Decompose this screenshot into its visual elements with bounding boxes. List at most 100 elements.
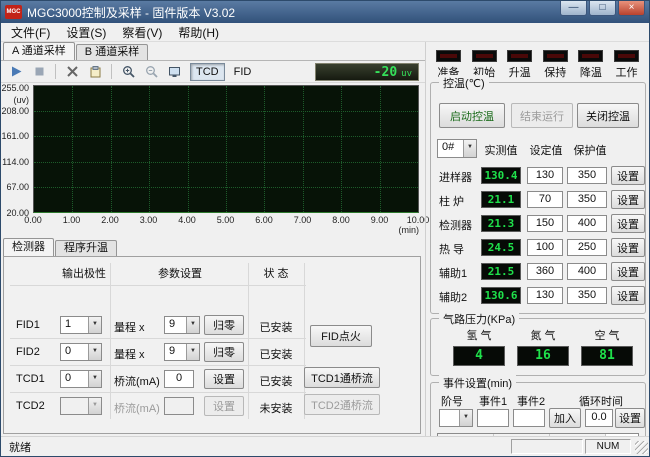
zero-button[interactable]: 归零 [204,342,244,362]
led-display-icon [543,50,568,62]
temp-channel-label: 热 导 [439,241,481,257]
paste-icon[interactable] [84,62,106,82]
protect-temp-input[interactable]: 350 [567,191,607,208]
x-axis-tick: 3.00 [140,215,158,225]
tab-program-temp[interactable]: 程序升温 [55,240,117,256]
protect-temp-input[interactable]: 250 [567,239,607,256]
set-temp-input[interactable]: 360 [527,263,563,280]
cycle-set-button[interactable]: 设置 [615,408,645,428]
polarity-dropdown[interactable]: 0 [60,343,102,361]
grid-line [34,136,418,137]
range-dropdown[interactable]: 9 [164,316,200,334]
polarity-dropdown[interactable] [60,397,102,415]
close-temp-button[interactable]: 关闭控温 [577,103,639,128]
y-axis-tick: 161.00 [1,131,29,141]
fid-ignite-button[interactable]: FID点火 [310,325,372,347]
set-temp-input[interactable]: 100 [527,239,563,256]
stage-label: 阶号 [441,393,463,409]
bridge-current-input[interactable]: 0 [164,370,194,388]
actual-temp-display: 21.1 [481,191,521,208]
play-icon[interactable] [5,62,27,82]
group-title: 控温(℃) [439,75,489,91]
chevron-down-icon[interactable] [463,140,476,157]
chevron-down-icon[interactable] [459,410,472,426]
tab-channel-b[interactable]: B 通道采样 [76,44,148,60]
channel-selector-dropdown[interactable]: 0# [437,139,477,158]
stop-icon[interactable] [28,62,50,82]
gas-pressure-group: 气路压力(KPa) 氢 气 4 氮 气 16 空 气 81 [430,318,646,376]
tab-detector[interactable]: 检测器 [3,238,54,256]
set-button[interactable]: 设置 [204,396,244,416]
led-label: 工作 [610,64,643,80]
tcd-toggle-button[interactable]: TCD [190,63,225,81]
zoom-out-icon[interactable] [140,62,162,82]
chevron-down-icon[interactable] [88,371,101,387]
temp-set-button[interactable]: 设置 [611,286,645,305]
protect-temp-input[interactable]: 400 [567,215,607,232]
menu-settings[interactable]: 设置(S) [58,22,114,43]
temp-set-button[interactable]: 设置 [611,214,645,233]
y-axis-tick: 208.00 [1,106,29,116]
protect-temp-input[interactable]: 400 [567,263,607,280]
plot-area[interactable] [33,85,419,213]
range-dropdown[interactable]: 9 [164,343,200,361]
delete-icon[interactable] [61,62,83,82]
bridge-current-input[interactable] [164,397,194,415]
temp-set-button[interactable]: 设置 [611,166,645,185]
menu-bar: 文件(F) 设置(S) 察看(V) 帮助(H) [1,23,649,42]
title-bar[interactable]: MGC MGC3000控制及采样 - 固件版本 V3.02 — □ × [1,1,649,23]
zero-button[interactable]: 归零 [204,315,244,335]
gas-channel-h2: 氢 气 4 [449,327,509,366]
zoom-in-icon[interactable] [117,62,139,82]
param-label: 桥流(mA) [114,373,162,389]
event2-input[interactable] [513,409,545,427]
temp-set-button[interactable]: 设置 [611,238,645,257]
menu-file[interactable]: 文件(F) [3,22,58,43]
tcd2-bridge-button[interactable]: TCD2通桥流 [304,394,380,415]
chart-window-icon[interactable] [163,62,185,82]
stage-dropdown[interactable] [439,409,473,427]
close-button[interactable]: × [618,1,645,16]
polarity-dropdown[interactable]: 0 [60,370,102,388]
chevron-down-icon[interactable] [186,344,199,360]
row-divider [10,338,306,339]
menu-view[interactable]: 察看(V) [114,22,170,43]
y-axis-tick: 67.00 [6,182,29,192]
end-run-button[interactable]: 结束运行 [511,103,573,128]
range-value: 9 [165,344,186,360]
temp-set-button[interactable]: 设置 [611,190,645,209]
tcd1-bridge-button[interactable]: TCD1通桥流 [304,367,380,388]
polarity-dropdown[interactable]: 1 [60,316,102,334]
temp-channel-label: 辅助1 [439,265,481,281]
set-temp-input[interactable]: 130 [527,167,563,184]
signal-value: -20 [374,65,397,80]
maximize-button[interactable]: □ [589,1,616,16]
resize-grip[interactable] [635,441,648,454]
event1-input[interactable] [477,409,509,427]
x-axis-tick: 4.00 [178,215,196,225]
start-temp-button[interactable]: 启动控温 [439,103,505,128]
set-temp-input[interactable]: 150 [527,215,563,232]
set-temp-input[interactable]: 130 [527,287,563,304]
menu-help[interactable]: 帮助(H) [170,22,227,43]
chevron-down-icon[interactable] [88,344,101,360]
cycle-time-input[interactable]: 0.0 [585,409,613,427]
tab-channel-a[interactable]: A 通道采样 [3,42,75,60]
chevron-down-icon[interactable] [186,317,199,333]
window-title: MGC3000控制及采样 - 固件版本 V3.02 [27,4,235,21]
set-temp-input[interactable]: 70 [527,191,563,208]
minimize-button[interactable]: — [560,1,587,16]
install-status: 已安装 [250,319,302,335]
status-bar: 就绪 NUM [1,436,649,456]
led-label: 保持 [539,64,572,80]
protect-temp-input[interactable]: 350 [567,287,607,304]
chevron-down-icon[interactable] [88,398,101,414]
event1-label: 事件1 [479,393,507,409]
chevron-down-icon[interactable] [88,317,101,333]
grid-line [149,86,150,212]
add-event-button[interactable]: 加入 [549,408,581,428]
channel-pane: A 通道采样 B 通道采样 [1,42,425,436]
set-button[interactable]: 设置 [204,369,244,389]
protect-temp-input[interactable]: 350 [567,167,607,184]
temp-set-button[interactable]: 设置 [611,262,645,281]
